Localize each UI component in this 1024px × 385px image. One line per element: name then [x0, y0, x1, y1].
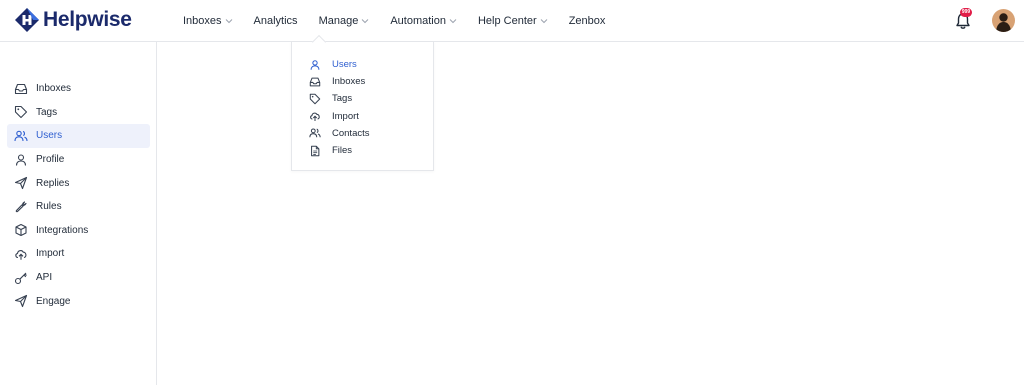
nav-inboxes-label: Inboxes: [183, 14, 222, 27]
send-icon: [14, 295, 28, 308]
nav-manage[interactable]: Manage: [319, 15, 370, 27]
avatar-image: [992, 9, 1015, 32]
nav-automation[interactable]: Automation: [390, 15, 457, 27]
file-icon: [311, 145, 320, 156]
chevron-down-icon: [225, 18, 232, 23]
top-navigation-bar: Helpwise Inboxes Analytics Manage Automa…: [0, 0, 1024, 42]
sidebar-item-label: Tags: [36, 106, 58, 118]
avatar[interactable]: [992, 9, 1015, 32]
sidebar-item-replies[interactable]: Replies: [7, 171, 150, 195]
chevron-down-icon: [449, 18, 457, 23]
sidebar-item-inboxes[interactable]: Inboxes: [7, 77, 150, 101]
manage-menu-list: Users Inboxes Tags Import Contacts Files: [309, 56, 370, 159]
brand-name: Helpwise: [43, 8, 132, 31]
sidebar-item-engage[interactable]: Engage: [7, 289, 150, 313]
nav-help-center-label: Help Center: [477, 14, 537, 27]
nav-inboxes[interactable]: Inboxes: [183, 15, 233, 27]
manage-menu-item-inboxes[interactable]: Inboxes: [309, 73, 370, 90]
sidebar-list: Inboxes Tags Users Profile Replies Rules…: [7, 77, 150, 313]
manage-menu-label: Files: [332, 145, 353, 157]
user-icon: [15, 154, 27, 166]
sidebar-item-label: Rules: [36, 201, 62, 213]
tag-icon: [14, 106, 28, 119]
sidebar-item-label: Engage: [36, 295, 71, 307]
sidebar-item-tags[interactable]: Tags: [7, 101, 150, 125]
tag-icon: [309, 93, 321, 105]
main-nav: Inboxes Analytics Manage Automation Help…: [183, 0, 626, 41]
nav-zenbox-label: Zenbox: [568, 14, 606, 27]
manage-menu-item-tags[interactable]: Tags: [309, 90, 370, 107]
sidebar-item-label: API: [36, 272, 53, 284]
sidebar-item-label: Integrations: [36, 224, 89, 236]
sidebar-item-label: Inboxes: [36, 83, 72, 95]
key-icon: [14, 272, 27, 284]
nav-analytics-label: Analytics: [253, 14, 298, 27]
nav-zenbox[interactable]: Zenbox: [569, 15, 606, 27]
nav-automation-label: Automation: [390, 14, 446, 27]
manage-menu-label: Contacts: [332, 127, 370, 139]
nav-manage-label: Manage: [318, 14, 359, 27]
sidebar-item-api[interactable]: API: [7, 266, 150, 290]
sidebar-item-label: Replies: [36, 177, 70, 189]
nav-help-center[interactable]: Help Center: [478, 15, 548, 27]
inbox-icon: [309, 77, 321, 87]
manage-menu-label: Tags: [332, 93, 353, 105]
manage-menu-item-import[interactable]: Import: [309, 108, 370, 125]
user-icon: [310, 59, 320, 70]
settings-sidebar: Inboxes Tags Users Profile Replies Rules…: [0, 42, 157, 385]
helpwise-logo[interactable]: Helpwise: [14, 6, 132, 34]
nav-analytics[interactable]: Analytics: [254, 15, 298, 27]
sidebar-item-import[interactable]: Import: [7, 242, 150, 266]
helpwise-logo-icon: [15, 8, 39, 32]
manage-dropdown-menu: Users Inboxes Tags Import Contacts Files: [291, 42, 434, 171]
cloud-upload-icon: [15, 250, 27, 260]
manage-menu-label: Users: [332, 59, 357, 71]
contacts-icon: [309, 128, 321, 138]
sidebar-item-profile[interactable]: Profile: [7, 148, 150, 172]
inbox-icon: [14, 83, 28, 94]
sidebar-item-users[interactable]: Users: [7, 124, 150, 148]
sidebar-item-integrations[interactable]: Integrations: [7, 219, 150, 243]
manage-menu-item-contacts[interactable]: Contacts: [309, 125, 370, 142]
manage-menu-item-files[interactable]: Files: [309, 142, 370, 159]
chevron-down-icon: [540, 18, 548, 23]
wrench-icon: [15, 201, 27, 213]
sidebar-item-label: Import: [36, 248, 65, 260]
notification-badge: 999: [960, 8, 972, 17]
manage-menu-label: Inboxes: [332, 76, 366, 88]
sidebar-item-label: Users: [36, 130, 63, 142]
sidebar-item-rules[interactable]: Rules: [7, 195, 150, 219]
send-icon: [14, 177, 28, 190]
manage-menu-item-users[interactable]: Users: [309, 56, 370, 73]
cloud-upload-icon: [310, 112, 320, 122]
users-icon: [14, 130, 28, 142]
manage-menu-label: Import: [332, 110, 359, 122]
sidebar-item-label: Profile: [36, 154, 65, 166]
chevron-down-icon: [361, 18, 369, 23]
cube-icon: [15, 224, 27, 237]
